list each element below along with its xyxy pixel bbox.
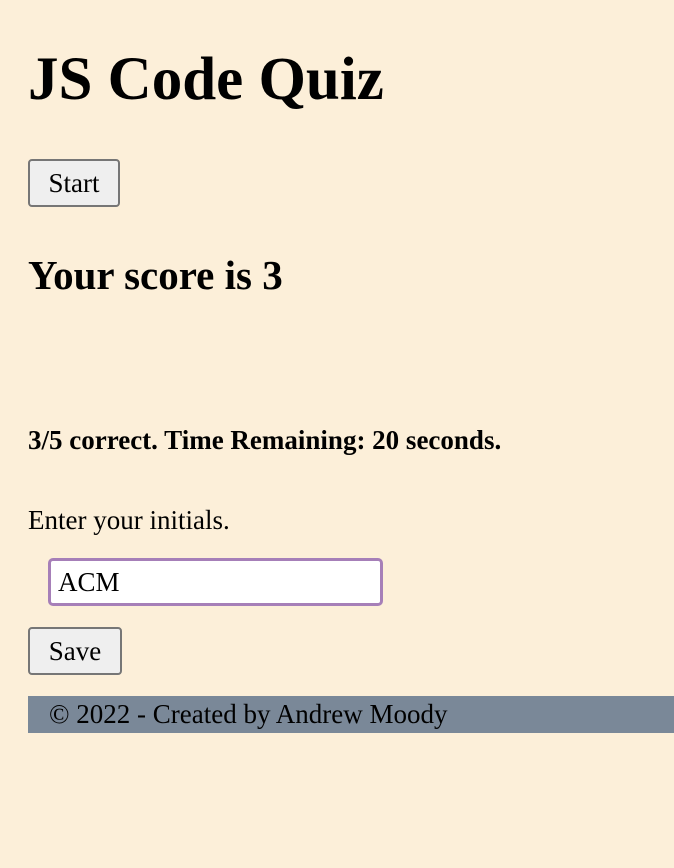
initials-prompt: Enter your initials. — [28, 505, 230, 535]
page-title: JS Code Quiz — [28, 46, 384, 113]
save-button[interactable]: Save — [28, 627, 122, 675]
result-summary: 3/5 correct. Time Remaining: 20 seconds. — [28, 425, 502, 455]
start-button[interactable]: Start — [28, 159, 120, 207]
score-heading: Your score is 3 — [28, 252, 283, 298]
footer: © 2022 - Created by Andrew Moody — [28, 696, 674, 733]
initials-input[interactable] — [48, 558, 383, 606]
